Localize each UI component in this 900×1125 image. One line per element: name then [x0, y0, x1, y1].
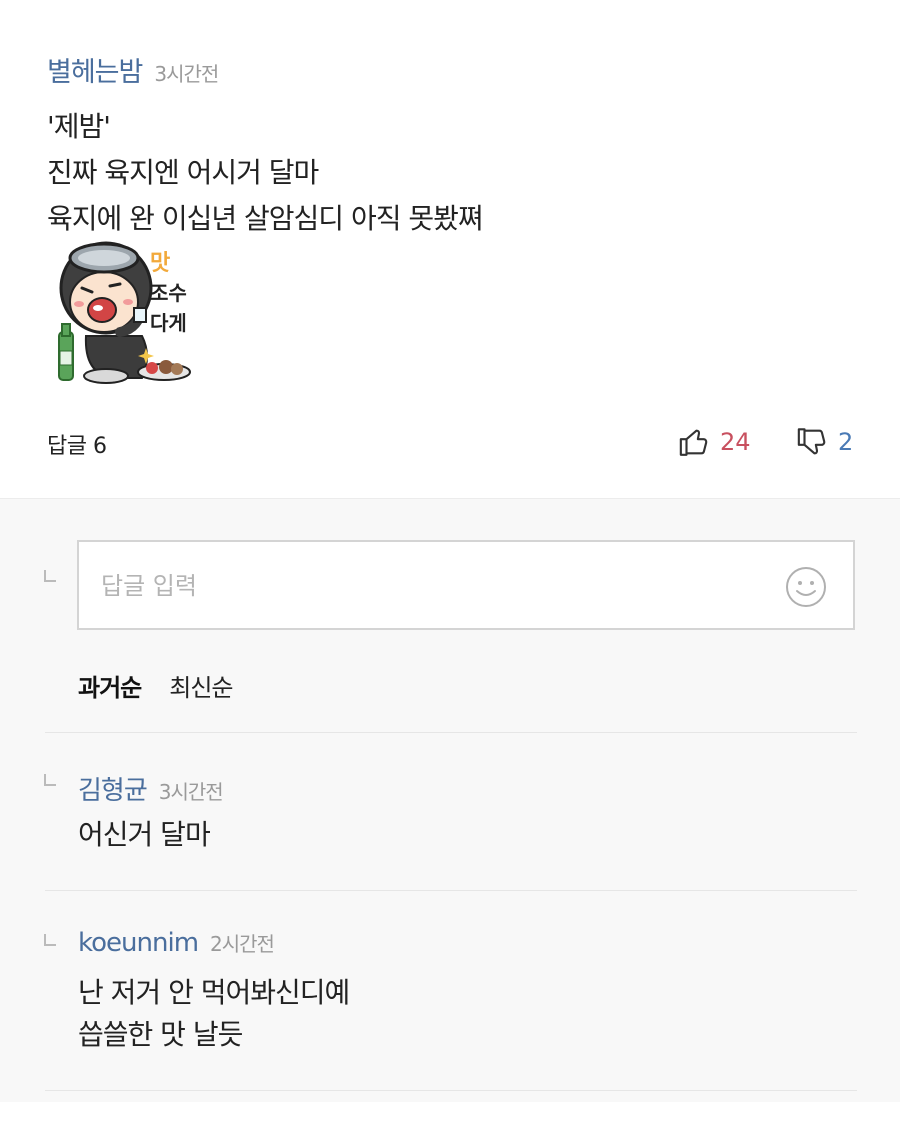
reply-arrow-icon — [44, 934, 56, 946]
page-bottom — [0, 1102, 900, 1125]
reply-author[interactable]: koeunnim — [78, 928, 199, 958]
sort-newest-tab[interactable]: 최신순 — [169, 668, 233, 703]
sticker-text: 맛 — [150, 251, 170, 276]
dislike-count: 2 — [838, 428, 854, 456]
sticker-text: 조수 — [150, 281, 187, 305]
like-button[interactable]: 24 — [678, 424, 751, 460]
reply-arrow-icon — [44, 774, 56, 786]
divider — [45, 890, 857, 891]
soju-bottle — [58, 323, 74, 381]
divider — [45, 732, 857, 733]
reply-time: 2시간전 — [210, 932, 275, 956]
comment-body: '제밤' 진짜 육지엔 어시거 달마 육지에 완 이십년 살암심디 아직 못봤쪄 — [47, 104, 484, 242]
sort-tabs: 과거순 최신순 — [78, 668, 234, 703]
comment-time: 3시간전 — [154, 62, 219, 86]
divider — [45, 1090, 857, 1091]
comment-author[interactable]: 별헤는밤 — [47, 50, 143, 89]
smiley-icon[interactable] — [785, 566, 827, 608]
comment-line: 진짜 육지엔 어시거 달마 — [47, 156, 319, 189]
reply-header: 김형균 3시간전 — [78, 770, 224, 807]
reply-line: 난 저거 안 먹어봐신디예 — [78, 976, 350, 1009]
reply-count-toggle[interactable]: 답글 6 — [47, 428, 107, 460]
reply-line: 씁쓸한 맛 날듯 — [78, 1018, 243, 1051]
reply-body: 어신거 달마 — [78, 814, 211, 856]
dislike-button[interactable]: 2 — [796, 424, 853, 460]
comment-card: 별헤는밤 3시간전 '제밤' 진짜 육지엔 어시거 달마 육지에 완 이십년 살… — [0, 0, 900, 498]
reply-arrow-icon — [44, 570, 56, 582]
thumbs-up-icon — [679, 429, 708, 456]
sort-oldest-tab[interactable]: 과거순 — [78, 668, 142, 703]
reply-time: 3시간전 — [158, 780, 224, 804]
reply-input-box[interactable] — [77, 540, 855, 630]
reply-line: 어신거 달마 — [78, 818, 211, 851]
comment-line: '제밤' — [47, 110, 111, 143]
comment-header: 별헤는밤 3시간전 — [47, 50, 219, 88]
thumbs-down-icon — [797, 428, 826, 455]
reply-author[interactable]: 김형균 — [78, 770, 148, 807]
reply-body: 난 저거 안 먹어봐신디예 씁쓸한 맛 날듯 — [78, 972, 350, 1056]
reply-header: koeunnim 2시간전 — [78, 928, 275, 958]
reply-input[interactable] — [99, 564, 763, 608]
diver-eating-sticker: 맛 조수 다게 — [58, 241, 191, 384]
sticker-text: 다게 — [150, 311, 187, 335]
like-count: 24 — [720, 428, 751, 456]
